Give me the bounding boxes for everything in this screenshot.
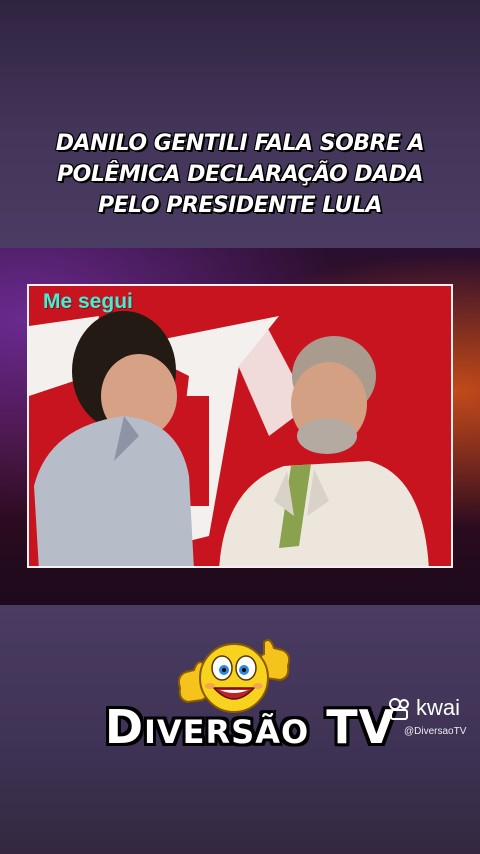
video-player[interactable]: Me segui bbox=[27, 284, 453, 568]
headline-line-3: PELO PRESIDENTE LULA bbox=[98, 193, 383, 218]
kwai-watermark: kwai @DiversaoTV bbox=[388, 695, 478, 743]
video-headline: DANILO GENTILI FALA SOBRE A POLÊMICA DEC… bbox=[20, 128, 460, 221]
kwai-logo-text: kwai bbox=[416, 695, 461, 720]
headline-line-1: DANILO GENTILI FALA SOBRE A bbox=[55, 131, 425, 156]
kwai-logo-icon bbox=[389, 698, 409, 720]
headline-line-2: POLÊMICA DECLARAÇÃO DADA bbox=[57, 162, 424, 187]
channel-name: Diversão TV bbox=[104, 700, 396, 754]
kwai-handle: @DiversaoTV bbox=[404, 726, 467, 737]
video-scene bbox=[29, 286, 451, 566]
follow-watermark: Me segui bbox=[43, 290, 133, 313]
